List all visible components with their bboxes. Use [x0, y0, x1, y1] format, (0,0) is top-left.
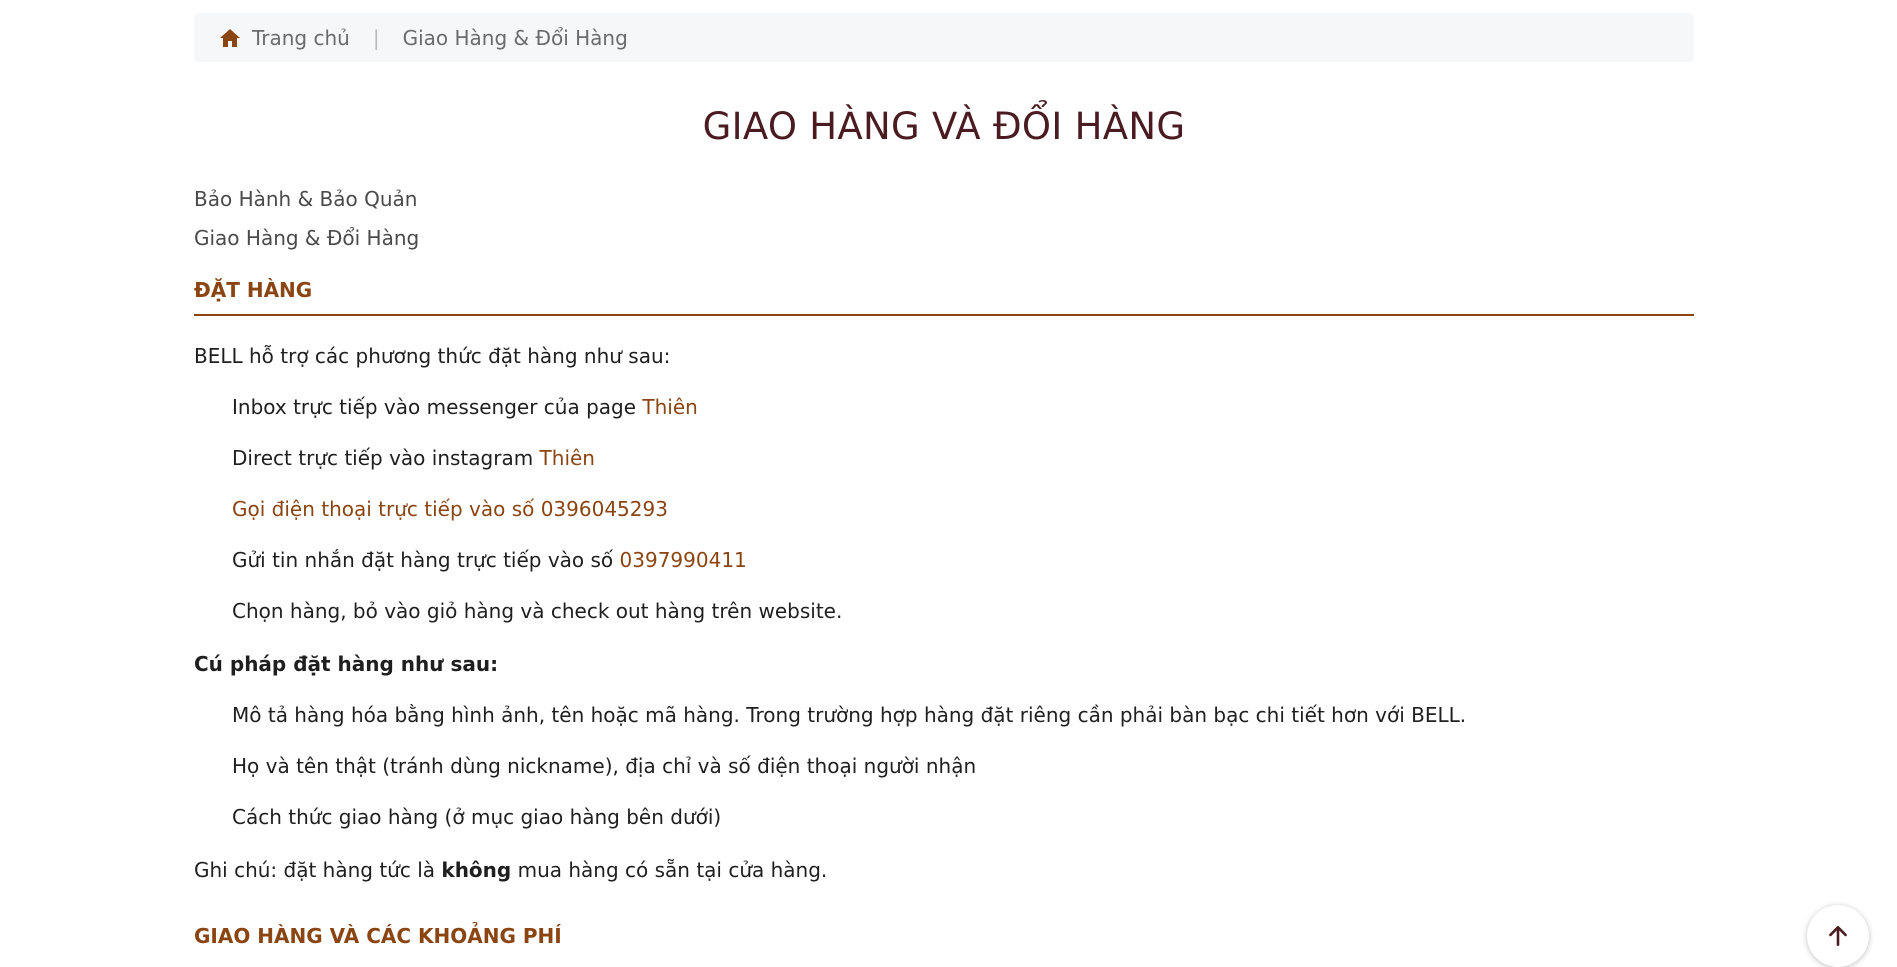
list-item-text: Inbox trực tiếp vào messenger của page	[232, 395, 643, 419]
sub-link-shipping[interactable]: Giao Hàng & Đổi Hàng	[194, 219, 1694, 258]
order-note: Ghi chú: đặt hàng tức là không mua hàng …	[194, 856, 1694, 884]
breadcrumb-separator: |	[372, 25, 380, 50]
list-item-text: Direct trực tiếp vào instagram	[232, 446, 540, 470]
breadcrumb: Trang chủ | Giao Hàng & Đổi Hàng	[194, 13, 1694, 62]
note-suffix: mua hàng có sẵn tại cửa hàng.	[511, 858, 828, 882]
order-intro: BELL hỗ trợ các phương thức đặt hàng như…	[194, 344, 671, 368]
syntax-item-description: Mô tả hàng hóa bằng hình ảnh, tên hoặc m…	[232, 703, 1467, 727]
order-method-call: Gọi điện thoại trực tiếp vào số 03960452…	[194, 495, 1694, 523]
order-method-website: Chọn hàng, bỏ vào giỏ hàng và check out …	[194, 597, 1694, 625]
list-item-text: Gửi tin nhắn đặt hàng trực tiếp vào số	[232, 548, 620, 572]
order-method-instagram: Direct trực tiếp vào instagram Thiên	[194, 444, 1694, 472]
sub-link-warranty[interactable]: Bảo Hành & Bảo Quản	[194, 180, 1694, 219]
note-bold: không	[441, 858, 512, 882]
syntax-item-recipient: Họ và tên thật (tránh dùng nickname), đị…	[232, 754, 977, 778]
messenger-page-link[interactable]: Thiên	[642, 395, 697, 419]
syntax-heading: Cú pháp đặt hàng như sau:	[194, 652, 499, 676]
breadcrumb-home-link[interactable]: Trang chủ	[252, 26, 350, 50]
phone-call-link[interactable]: Gọi điện thoại trực tiếp vào số 03960452…	[232, 497, 668, 521]
syntax-item-delivery: Cách thức giao hàng (ở mục giao hàng bên…	[232, 805, 722, 829]
content-container: Trang chủ | Giao Hàng & Đổi Hàng GIAO HÀ…	[194, 0, 1694, 948]
order-method-sms: Gửi tin nhắn đặt hàng trực tiếp vào số 0…	[194, 546, 1694, 574]
arrow-up-icon	[1825, 923, 1851, 949]
sub-links: Bảo Hành & Bảo Quản Giao Hàng & Đổi Hàng	[194, 180, 1694, 258]
page: Trang chủ | Giao Hàng & Đổi Hàng GIAO HÀ…	[0, 0, 1897, 967]
breadcrumb-current: Giao Hàng & Đổi Hàng	[402, 25, 628, 50]
sms-number-link[interactable]: 0397990411	[620, 548, 747, 572]
scroll-to-top-button[interactable]	[1807, 905, 1869, 967]
note-prefix: Ghi chú: đặt hàng tức là	[194, 858, 442, 882]
instagram-link[interactable]: Thiên	[540, 446, 595, 470]
order-method-messenger: Inbox trực tiếp vào messenger của page T…	[194, 393, 1694, 421]
section-heading-shipping: GIAO HÀNG VÀ CÁC KHOẢNG PHÍ	[194, 924, 562, 948]
page-title: GIAO HÀNG VÀ ĐỔI HÀNG	[702, 105, 1186, 148]
list-item-text: Chọn hàng, bỏ vào giỏ hàng và check out …	[232, 599, 843, 623]
section-heading-order: ĐẶT HÀNG	[194, 278, 1694, 316]
home-icon[interactable]	[218, 26, 242, 50]
